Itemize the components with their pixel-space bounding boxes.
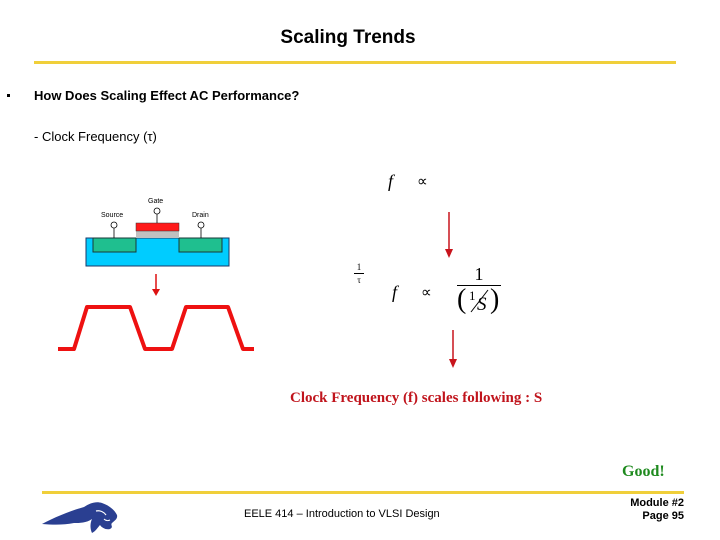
eq2-f: f bbox=[392, 282, 398, 302]
eq2-proportional: ∝ bbox=[421, 285, 432, 301]
title-rule bbox=[34, 61, 676, 64]
module-page: Module #2 Page 95 bbox=[600, 497, 684, 523]
left-paren: ( bbox=[457, 284, 467, 315]
conclusion-text: Clock Frequency (f) scales following : S bbox=[290, 390, 543, 406]
bullet-text: How Does Scaling Effect AC Performance? bbox=[34, 88, 300, 103]
page-number: Page 95 bbox=[642, 510, 684, 522]
source-terminal-icon bbox=[110, 221, 118, 238]
inner-denominator: S bbox=[477, 294, 487, 315]
inverse-tau: 1 τ bbox=[354, 262, 364, 285]
right-paren: ) bbox=[490, 284, 500, 315]
drain-diffusion bbox=[178, 237, 223, 253]
gate-oxide bbox=[136, 231, 179, 238]
mosfet-diagram bbox=[80, 198, 240, 270]
down-arrow-icon bbox=[447, 330, 459, 370]
eq2-numerator: 1 bbox=[474, 264, 484, 284]
eq2-fraction: 1 ( 1 S ) bbox=[457, 264, 501, 316]
bullet-icon bbox=[7, 94, 10, 97]
tau-numerator: 1 bbox=[356, 262, 362, 272]
sub-point: - Clock Frequency (τ) bbox=[34, 129, 157, 144]
gate-poly bbox=[135, 222, 180, 232]
gate-label: Gate bbox=[148, 198, 164, 205]
drain-label: Drain bbox=[192, 212, 209, 219]
source-diffusion bbox=[92, 237, 137, 253]
slide-title: Scaling Trends bbox=[280, 27, 416, 48]
eq1-f: f bbox=[388, 171, 394, 191]
down-arrow-icon bbox=[443, 212, 455, 260]
eq1-proportional: ∝ bbox=[417, 174, 428, 190]
course-title: EELE 414 – Introduction to VLSI Design bbox=[244, 508, 440, 520]
tau-denominator: τ bbox=[357, 275, 361, 285]
footer-rule bbox=[42, 491, 684, 494]
drain-terminal-icon bbox=[197, 221, 205, 238]
module-number: Module #2 bbox=[630, 497, 684, 509]
eq2-denominator: ( 1 S ) bbox=[457, 284, 501, 316]
verdict-text: Good! bbox=[622, 463, 665, 480]
source-label: Source bbox=[101, 212, 124, 219]
bobcat-logo bbox=[40, 497, 120, 535]
gate-terminal-icon bbox=[153, 207, 161, 223]
clock-waveform bbox=[55, 300, 255, 355]
down-arrow-icon bbox=[150, 274, 162, 298]
